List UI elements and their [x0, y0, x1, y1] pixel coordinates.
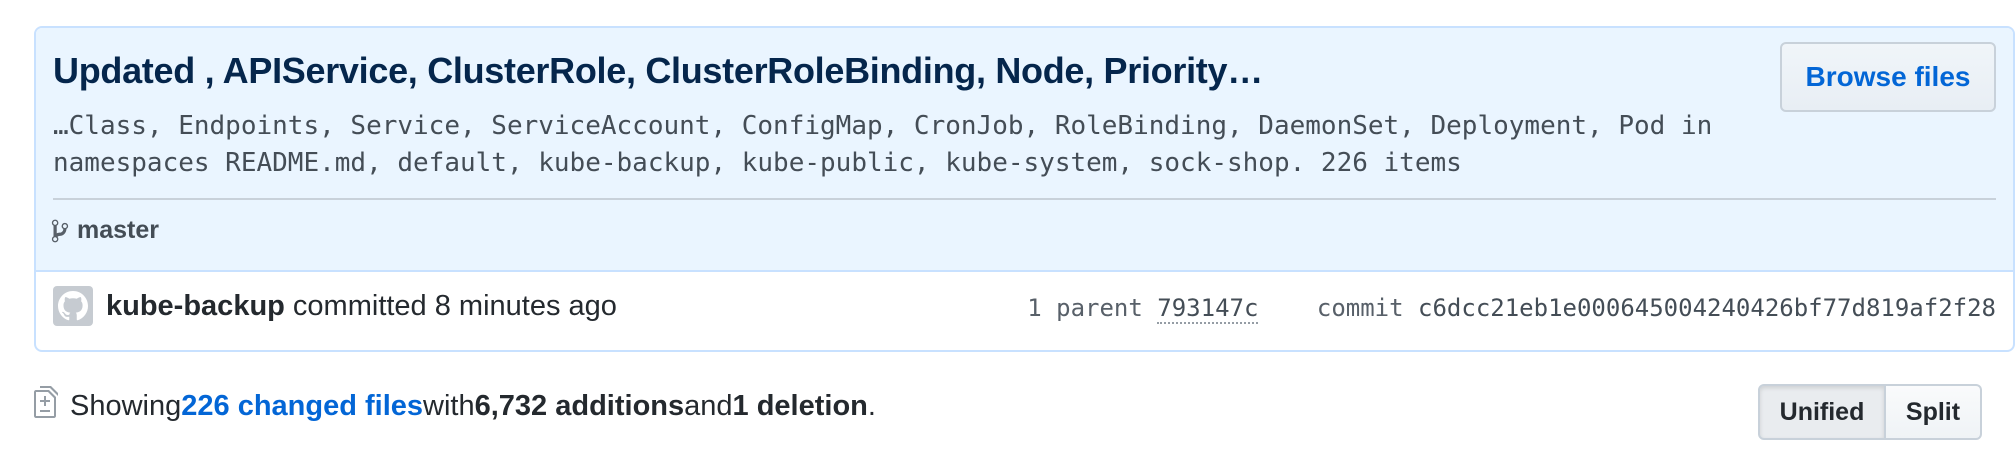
sha-block: 1 parent 793147c commit c6dcc21eb1e00064…	[1027, 294, 1996, 324]
summary-with: with	[423, 389, 475, 422]
commit-label: commit	[1316, 294, 1404, 322]
diff-summary: Showing 226 changed files with 6,732 add…	[34, 386, 876, 426]
git-branch-icon	[51, 218, 69, 244]
author-link[interactable]: kube-backup	[106, 290, 285, 322]
avatar[interactable]	[53, 286, 93, 326]
commit-meta: kube-backup committed 8 minutes ago 1 pa…	[36, 272, 2013, 350]
author-line: kube-backup committed 8 minutes ago	[106, 290, 617, 323]
summary-prefix: Showing	[70, 389, 182, 422]
browse-files-button[interactable]: Browse files	[1780, 42, 1996, 112]
commit-description: …Class, Endpoints, Service, ServiceAccou…	[53, 111, 1713, 178]
commit-title: Updated , APIService, ClusterRole, Clust…	[53, 50, 1263, 91]
parent-label: 1 parent	[1027, 294, 1143, 322]
branch-name[interactable]: master	[77, 216, 159, 245]
committed-time: committed 8 minutes ago	[284, 290, 617, 322]
split-view-button[interactable]: Split	[1886, 384, 1982, 440]
commit-sha: c6dcc21eb1e000645004240426bf77d819af2f28	[1418, 294, 1996, 322]
file-diff-icon	[34, 386, 60, 426]
parent-sha-link[interactable]: 793147c	[1157, 294, 1259, 324]
summary-and: and	[684, 389, 733, 422]
deletions-count: 1 deletion	[732, 389, 868, 422]
header-divider	[53, 198, 1996, 200]
commit-box: Updated , APIService, ClusterRole, Clust…	[34, 26, 2015, 352]
github-mark-icon	[58, 291, 88, 321]
changed-files-link[interactable]: 226 changed files	[181, 390, 423, 423]
additions-count: 6,732 additions	[474, 389, 685, 422]
summary-suffix: .	[867, 389, 876, 422]
branch-indicator: master	[51, 216, 159, 245]
diff-view-toggle: Unified Split	[1758, 384, 1982, 440]
commit-header: Updated , APIService, ClusterRole, Clust…	[36, 28, 2013, 272]
unified-view-button[interactable]: Unified	[1758, 384, 1886, 440]
